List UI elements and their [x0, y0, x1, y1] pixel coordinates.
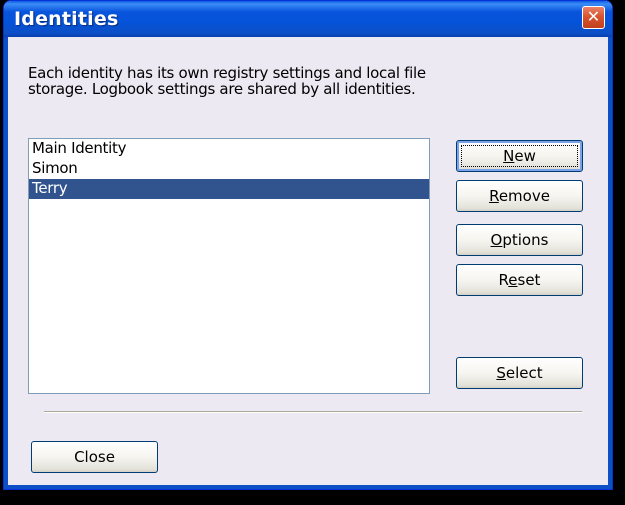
- identities-listbox[interactable]: Main Identity Simon Terry: [28, 138, 430, 394]
- list-item-simon[interactable]: Simon: [29, 159, 429, 179]
- window-frame-bottom: [4, 485, 612, 489]
- select-button[interactable]: Select: [456, 357, 583, 389]
- options-button-label-post: ptions: [502, 231, 549, 249]
- list-item-main-identity[interactable]: Main Identity: [29, 139, 429, 159]
- remove-button-label-post: emove: [498, 187, 550, 205]
- window-title: Identities: [14, 8, 119, 30]
- remove-button[interactable]: Remove: [456, 180, 583, 212]
- reset-button-label-post: set: [517, 271, 541, 289]
- dialog-body: Each identity has its own registry setti…: [8, 37, 608, 485]
- options-button[interactable]: Options: [456, 224, 583, 256]
- remove-button-accelerator: R: [489, 187, 499, 205]
- new-button[interactable]: New: [456, 140, 583, 172]
- close-button[interactable]: Close: [31, 441, 158, 473]
- close-icon: ✕: [586, 7, 601, 26]
- window-frame-right: [608, 37, 612, 489]
- reset-button-accelerator: e: [508, 271, 518, 289]
- reset-button[interactable]: Reset: [456, 264, 583, 296]
- select-button-label-post: elect: [505, 364, 543, 382]
- identities-dialog: Identities ✕ Each identity has its own r…: [3, 0, 613, 490]
- separator-line: [44, 411, 582, 413]
- reset-button-label-pre: R: [498, 271, 509, 289]
- close-button-label: Close: [74, 448, 115, 466]
- focus-rectangle: [461, 145, 578, 167]
- title-bar[interactable]: Identities ✕: [4, 1, 612, 37]
- close-window-button[interactable]: ✕: [582, 6, 605, 29]
- list-item-terry[interactable]: Terry: [29, 179, 429, 199]
- options-button-accelerator: O: [490, 231, 503, 249]
- description-text: Each identity has its own registry setti…: [28, 64, 426, 98]
- select-button-accelerator: S: [496, 364, 506, 382]
